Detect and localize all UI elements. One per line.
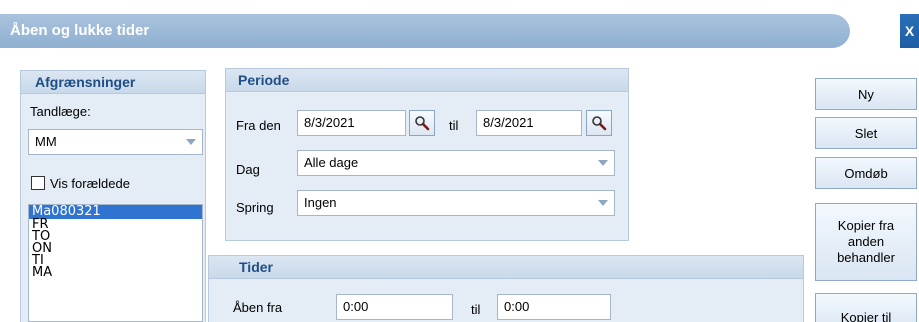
tandlaege-value: MM <box>35 134 57 149</box>
tandlaege-label: Tandlæge: <box>30 104 91 119</box>
omdoeb-button[interactable]: Omdøb <box>815 157 917 189</box>
chevron-down-icon[interactable] <box>592 191 614 215</box>
list-item[interactable]: MA <box>29 266 202 279</box>
tider-til-label: til <box>471 302 481 317</box>
list-item[interactable]: FR <box>29 218 202 231</box>
list-item[interactable]: TI <box>29 254 202 267</box>
til-time-field[interactable]: 0:00 <box>497 294 611 320</box>
chevron-down-icon[interactable] <box>180 130 202 154</box>
dag-label: Dag <box>236 162 260 177</box>
periode-til-label: til <box>449 118 459 133</box>
vis-foraeldede-label: Vis forældede <box>50 176 130 191</box>
vis-foraeldede-checkbox[interactable] <box>31 176 45 190</box>
fra-den-picker-button[interactable] <box>409 110 435 136</box>
chevron-down-icon[interactable] <box>592 151 614 175</box>
tider-header: Tider <box>209 256 803 279</box>
aaben-fra-label: Åben fra <box>233 300 283 315</box>
list-item[interactable]: Ma080321 <box>29 205 202 219</box>
periode-header: Periode <box>226 69 628 92</box>
schedule-list[interactable]: Ma080321 FR TO ON TI MA <box>28 204 203 322</box>
spring-combobox[interactable]: Ingen <box>297 190 615 216</box>
list-item[interactable]: TO <box>29 230 202 243</box>
window-titlebar: Åben og lukke tider X <box>0 0 919 50</box>
spring-label: Spring <box>236 200 274 215</box>
close-button[interactable]: X <box>900 14 919 48</box>
tandlaege-combobox[interactable]: MM <box>28 129 203 155</box>
kopier-fra-anden-button[interactable]: Kopier fra anden behandler <box>815 203 917 281</box>
ny-button[interactable]: Ny <box>815 78 917 110</box>
dag-combobox[interactable]: Alle dage <box>297 150 615 176</box>
til-date-field[interactable]: 8/3/2021 <box>476 110 582 136</box>
kopier-til-button[interactable]: Kopier til <box>815 293 917 322</box>
fra-den-date-field[interactable]: 8/3/2021 <box>297 110 406 136</box>
til-picker-button[interactable] <box>586 110 612 136</box>
afgraensninger-header: Afgrænsninger <box>21 71 205 94</box>
magnifier-icon <box>592 116 607 131</box>
spring-value: Ingen <box>304 195 337 210</box>
list-item[interactable]: ON <box>29 242 202 255</box>
dag-value: Alle dage <box>304 155 359 170</box>
aaben-fra-time-field[interactable]: 0:00 <box>336 294 453 320</box>
magnifier-icon <box>415 116 430 131</box>
fra-den-label: Fra den <box>236 118 281 133</box>
window-title: Åben og lukke tider <box>10 22 150 39</box>
slet-button[interactable]: Slet <box>815 117 917 149</box>
